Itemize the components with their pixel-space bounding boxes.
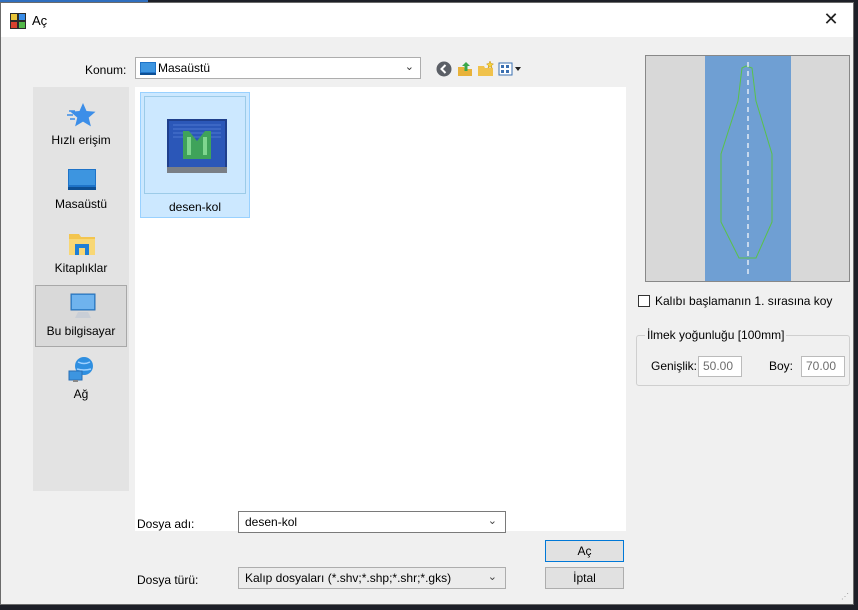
app-icon <box>10 13 26 29</box>
filetype-label: Dosya türü: <box>137 573 199 587</box>
place-label: Hızlı erişim <box>51 133 111 147</box>
place-network[interactable]: Ağ <box>35 349 127 411</box>
filetype-value: Kalıp dosyaları (*.shv;*.shp;*.shr;*.gks… <box>245 571 452 585</box>
close-icon: ✕ <box>823 9 839 29</box>
pattern-file-icon <box>167 119 227 173</box>
pattern-preview <box>645 55 850 282</box>
height-input[interactable]: 70.00 <box>801 356 845 377</box>
file-list[interactable]: desen-kol <box>135 87 626 531</box>
place-label: Kitaplıklar <box>54 261 108 275</box>
computer-icon <box>70 293 96 318</box>
location-value: Masaüstü <box>158 61 211 75</box>
open-button[interactable]: Aç <box>545 540 624 562</box>
place-label: Bu bilgisayar <box>46 324 116 338</box>
chevron-down-icon[interactable]: ⌄ <box>488 514 497 527</box>
width-label: Genişlik: <box>651 359 698 373</box>
window-title: Aç <box>32 13 48 28</box>
resize-grip[interactable]: ⋰ <box>841 592 851 602</box>
filename-value: desen-kol <box>245 515 298 529</box>
libraries-icon <box>69 234 95 255</box>
height-label: Boy: <box>769 359 794 373</box>
place-libraries[interactable]: Kitaplıklar <box>35 223 127 285</box>
chevron-down-icon[interactable]: ⌄ <box>488 570 497 583</box>
location-combo[interactable]: Masaüstü ⌄ <box>135 57 421 79</box>
chevron-down-icon[interactable]: ⌄ <box>405 60 414 73</box>
stitch-density-title: İlmek yoğunluğu [100mm] <box>647 328 785 342</box>
places-bar: Hızlı erişim Masaüstü Kitaplıklar Bu bil… <box>33 87 129 491</box>
title-bar: Aç ✕ <box>1 3 853 37</box>
pattern-preview-canvas <box>646 56 849 281</box>
star-icon <box>67 103 96 127</box>
close-button[interactable]: ✕ <box>809 3 853 37</box>
filename-input[interactable]: desen-kol ⌄ <box>238 511 506 533</box>
view-menu-icon[interactable] <box>498 60 524 78</box>
file-item[interactable]: desen-kol <box>140 92 250 218</box>
file-name: desen-kol <box>168 200 222 214</box>
first-row-checkbox-label: Kalıbı başlamanın 1. sırasına koy <box>655 294 833 308</box>
first-row-checkbox[interactable] <box>638 295 650 307</box>
open-dialog: Aç ✕ Konum: Masaüstü ⌄ Hızlı erişim Masa… <box>0 2 854 605</box>
place-desktop[interactable]: Masaüstü <box>35 159 127 221</box>
place-label: Ağ <box>73 387 89 401</box>
desktop-icon <box>140 62 156 75</box>
width-input[interactable]: 50.00 <box>698 356 742 377</box>
filetype-select[interactable]: Kalıp dosyaları (*.shv;*.shp;*.shr;*.gks… <box>238 567 506 589</box>
cancel-button[interactable]: İptal <box>545 567 624 589</box>
desktop-icon <box>68 169 96 190</box>
place-quick-access[interactable]: Hızlı erişim <box>35 95 127 157</box>
place-this-pc[interactable]: Bu bilgisayar <box>35 285 127 347</box>
place-label: Masaüstü <box>54 197 108 211</box>
file-thumbnail <box>144 96 246 194</box>
back-icon[interactable] <box>435 60 453 78</box>
location-label: Konum: <box>85 63 127 77</box>
new-folder-icon[interactable] <box>477 60 495 78</box>
network-icon <box>68 357 93 382</box>
up-folder-icon[interactable] <box>456 60 474 78</box>
filename-label: Dosya adı: <box>137 517 195 531</box>
